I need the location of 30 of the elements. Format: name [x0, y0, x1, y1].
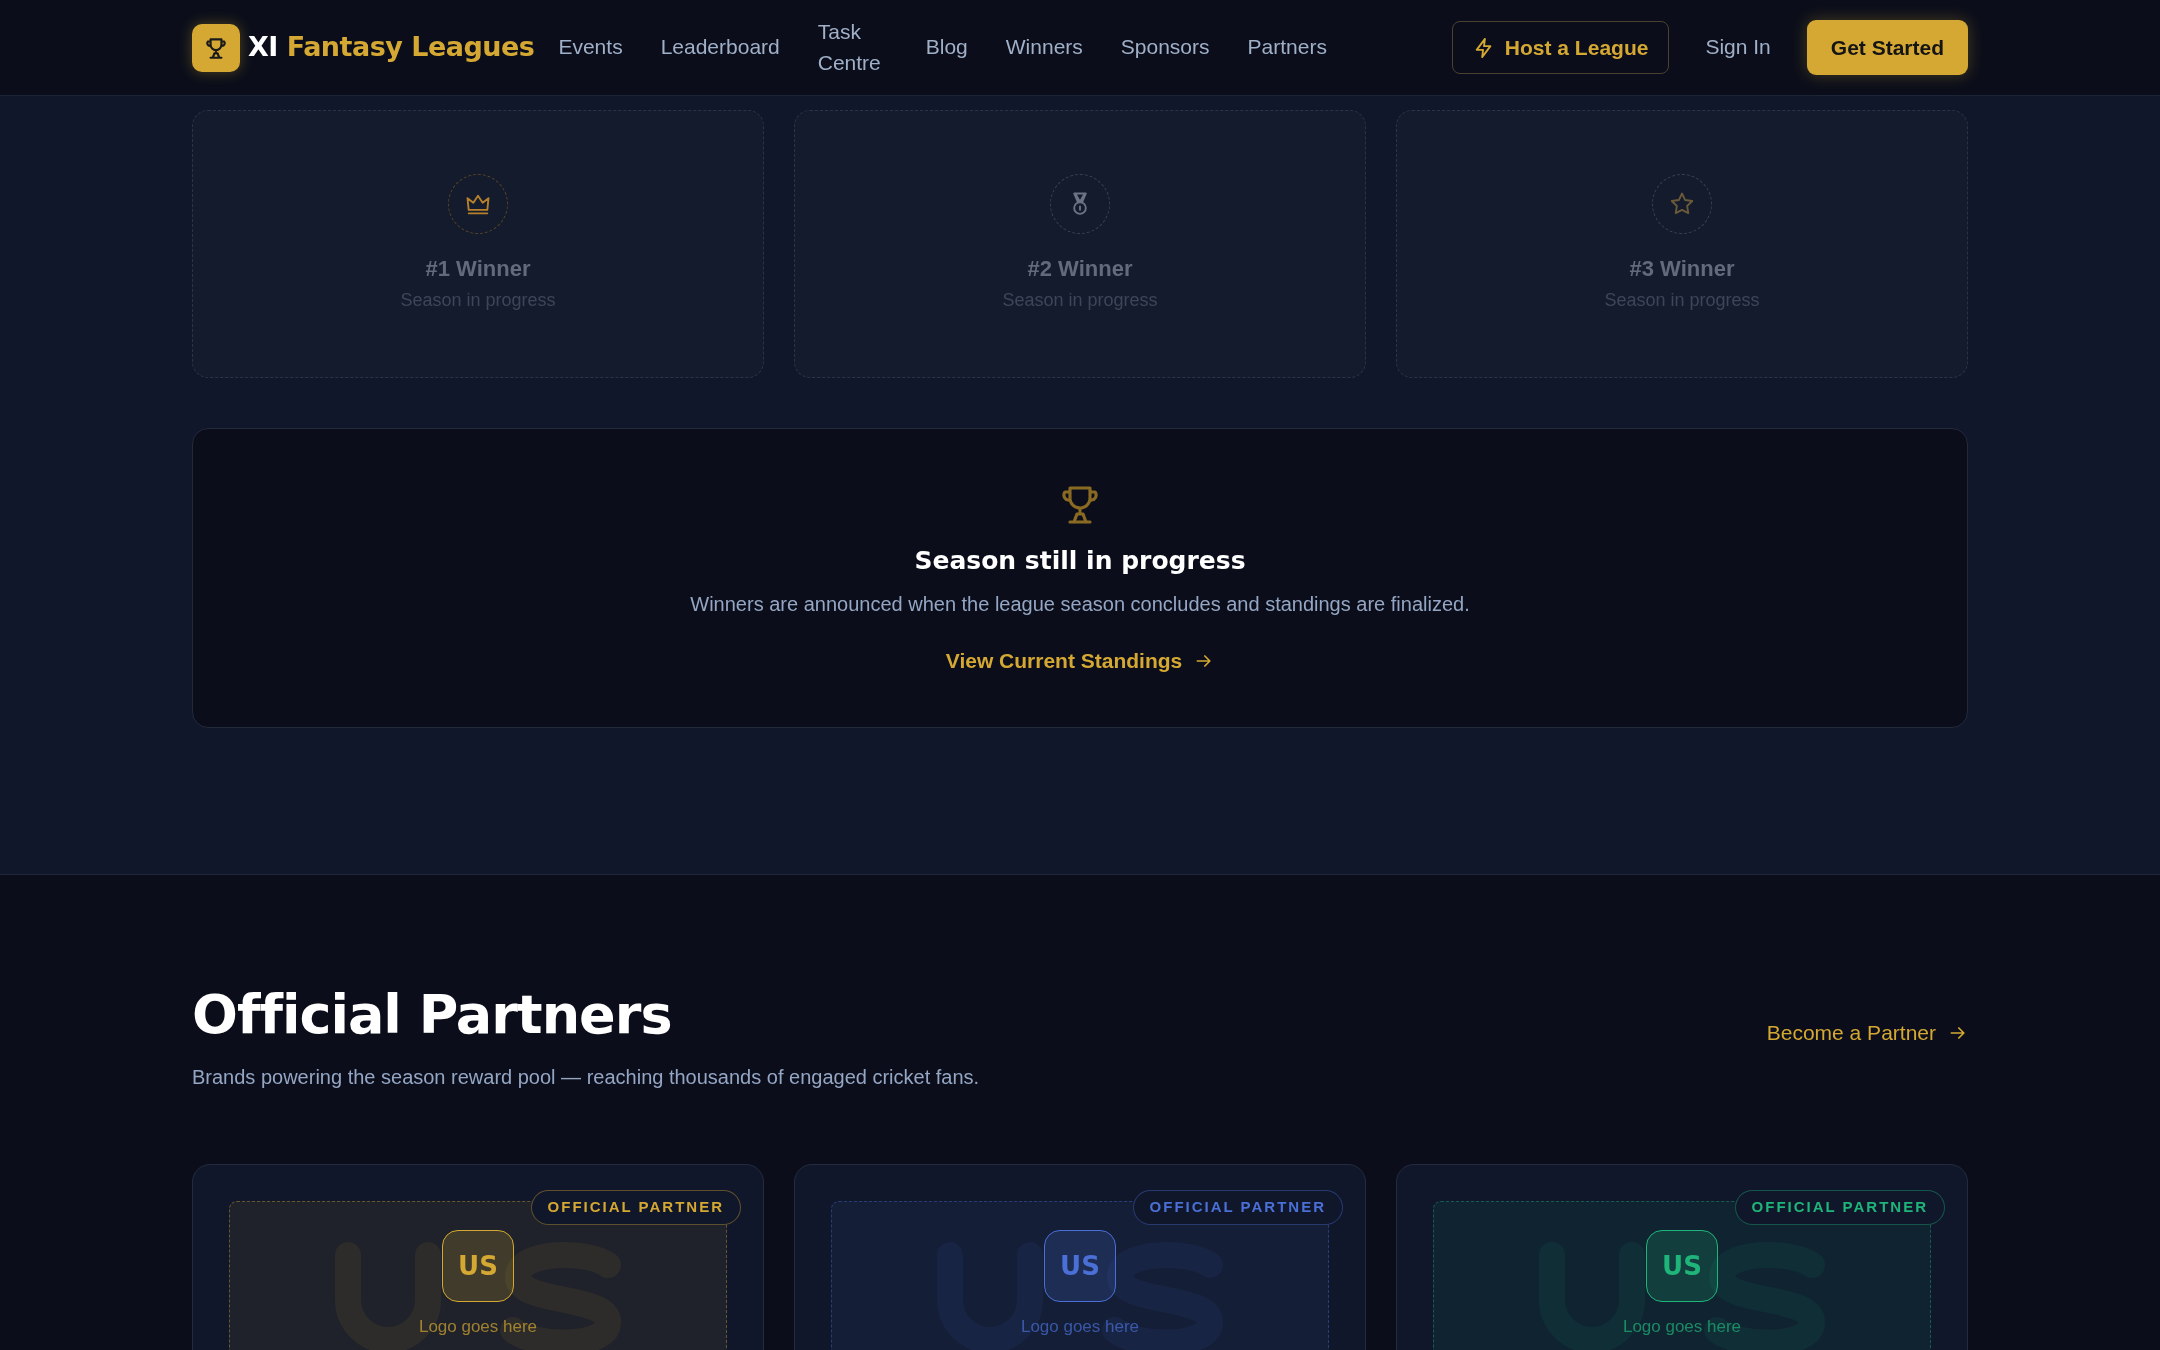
- nav-link[interactable]: Blog: [925, 32, 968, 63]
- nav-link[interactable]: Sponsors: [1120, 32, 1210, 63]
- winner-title: #2 Winner: [1027, 255, 1133, 283]
- section-heading: Official Partners: [192, 985, 673, 1045]
- nav-link[interactable]: Winners: [1005, 32, 1083, 63]
- partner-badge: OFFICIAL PARTNER: [530, 1190, 741, 1225]
- winner-title: #1 Winner: [425, 255, 531, 283]
- standings-link[interactable]: View Current Standings: [945, 645, 1215, 677]
- logo-caption: Logo goes here: [1622, 1316, 1742, 1339]
- sign-in-link[interactable]: Sign In: [1705, 32, 1771, 63]
- brand-name[interactable]: XI Fantasy Leagues: [248, 27, 535, 68]
- get-started-button[interactable]: Get Started: [1806, 19, 1968, 76]
- logo-tile: US: [1044, 1230, 1116, 1303]
- partner-badge: OFFICIAL PARTNER: [1734, 1190, 1945, 1225]
- logo-caption: Logo goes here: [1020, 1316, 1140, 1339]
- panel-title: Season still in progress: [914, 544, 1246, 577]
- logo-icon[interactable]: [192, 23, 240, 72]
- nav-link[interactable]: Partners: [1247, 32, 1327, 63]
- section-subtitle: Brands powering the season reward pool — reaching thousands of engaged cricket fans.: [192, 1065, 980, 1091]
- host-league-button[interactable]: Host a League: [1451, 20, 1670, 75]
- logo-caption: Logo goes here: [418, 1316, 538, 1339]
- partner-badge: OFFICIAL PARTNER: [1132, 1190, 1343, 1225]
- nav-link[interactable]: Leaderboard: [660, 32, 780, 63]
- winner-title: #3 Winner: [1629, 255, 1735, 283]
- logo-tile: US: [1646, 1230, 1718, 1303]
- become-partner-link[interactable]: Become a Partner: [1766, 1016, 1968, 1049]
- panel-description: Winners are announced when the league season concludes and standings are finalized.: [690, 592, 1470, 617]
- nav-link[interactable]: Task Centre: [817, 17, 888, 78]
- logo-tile: US: [442, 1230, 514, 1303]
- nav-link[interactable]: Events: [558, 32, 623, 63]
